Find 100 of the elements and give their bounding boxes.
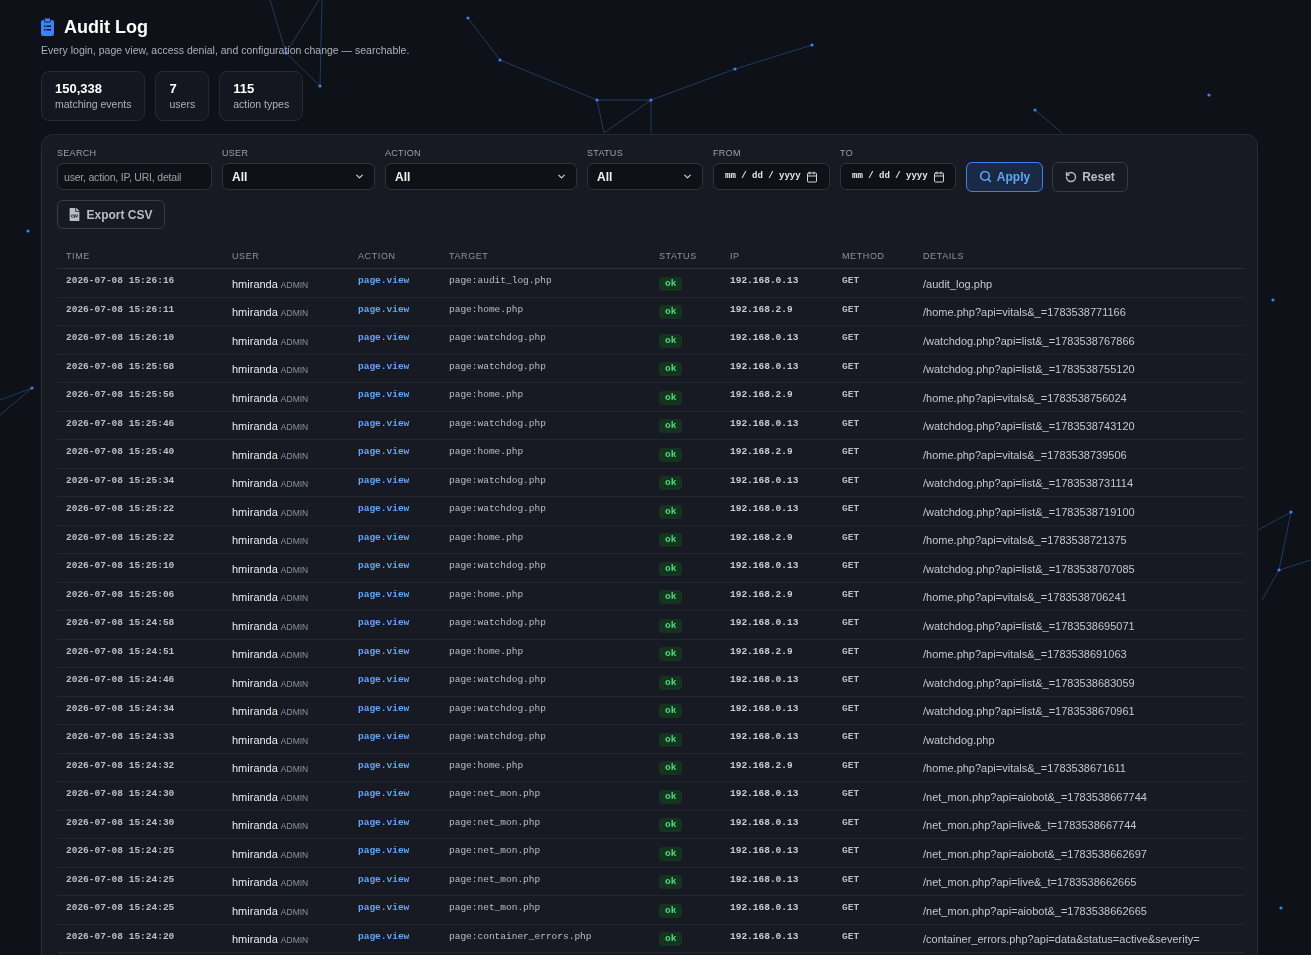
method-cell: GET (842, 901, 860, 916)
status-badge: ok (659, 732, 683, 747)
method-cell: GET (842, 331, 860, 346)
role-label: ADMIN (280, 820, 309, 833)
role-label: ADMIN (280, 506, 309, 520)
dropdown[interactable]: All (222, 163, 375, 190)
search-icon (978, 170, 992, 183)
dropdown[interactable]: All (587, 163, 703, 190)
method-cell: GET (842, 758, 860, 773)
target-cell: page:net_mon.php (449, 787, 541, 802)
user-name: hmiranda (232, 704, 278, 719)
page-subtitle: Every login, page view, access denial, and configuration change — searchable. (41, 43, 410, 57)
target-cell: page:watchdog.php (449, 331, 546, 346)
column-header: STATUS (659, 249, 697, 263)
method-cell: GET (842, 644, 860, 659)
target-cell: page:net_mon.php (449, 815, 541, 830)
apply-button[interactable]: Apply (966, 161, 1043, 192)
status-badge: ok (659, 846, 683, 861)
time-cell: 2026-07-08 15:24:25 (66, 844, 175, 859)
time-cell: 2026-07-08 15:24:25 (66, 901, 175, 916)
details-cell-text: /watchdog.php?api=list&_=1783538767866 (923, 333, 1135, 349)
ip-cell: 192.168.2.9 (730, 388, 793, 403)
method-cell: GET (842, 587, 860, 602)
action-cell: page.view (358, 587, 410, 602)
action-cell: page.view (358, 701, 410, 716)
stat-value: 7 (169, 81, 178, 97)
target-cell: page:watchdog.php (449, 559, 546, 574)
details-cell-text: /net_mon.php?api=live&_t=1783538667744 (923, 818, 1137, 833)
reset-button[interactable]: Reset (1052, 161, 1128, 192)
role-label: ADMIN (280, 848, 309, 862)
ip-cell: 192.168.2.9 (730, 758, 793, 773)
details-cell-text: /watchdog.php?api=list&_=1783538755120 (923, 362, 1135, 377)
target-cell: page:watchdog.php (449, 616, 546, 631)
details-cell-text: /watchdog.php?api=list&_=1783538743120 (923, 419, 1135, 434)
user-name: hmiranda (232, 276, 278, 292)
date-field[interactable]: mm / dd / yyyy (840, 163, 956, 190)
column-header: TIME (66, 249, 90, 263)
time-cell: 2026-07-08 15:25:22 (66, 502, 175, 517)
ip-cell: 192.168.0.13 (730, 901, 799, 916)
ip-cell: 192.168.0.13 (730, 701, 799, 716)
column-header: IP (730, 249, 740, 263)
status-badge: ok (659, 419, 683, 434)
column-header: ACTION (358, 249, 396, 263)
target-cell: page:home.php (449, 388, 524, 403)
role-label: ADMIN (280, 563, 309, 577)
details-cell-text: /home.php?api=vitals&_=1783538771166 (923, 305, 1126, 320)
role-label: ADMIN (280, 791, 309, 805)
time-cell: 2026-07-08 15:25:34 (66, 473, 175, 488)
clipboard-list-icon (41, 18, 54, 36)
method-cell: GET (842, 388, 860, 403)
user-name: hmiranda (232, 932, 278, 947)
target-cell: page:watchdog.php (449, 673, 546, 688)
time-cell: 2026-07-08 15:26:10 (66, 331, 175, 346)
status-badge: ok (659, 362, 683, 377)
details-cell-text: /net_mon.php?api=aiobot&_=1783538662697 (923, 846, 1147, 862)
action-cell: page.view (358, 644, 410, 659)
status-badge: ok (659, 561, 683, 576)
filter-label: SEARCH (57, 148, 97, 158)
status-badge: ok (659, 704, 683, 719)
filter-label: ACTION (385, 148, 421, 158)
ip-cell: 192.168.2.9 (730, 445, 793, 460)
method-cell: GET (842, 929, 860, 944)
time-cell: 2026-07-08 15:25:10 (66, 559, 175, 574)
stat-value: 115 (233, 81, 256, 97)
user-name: hmiranda (232, 561, 278, 577)
details-cell-text: /watchdog.php?api=list&_=1783538731114 (923, 476, 1133, 491)
chevron-down-icon (682, 171, 693, 182)
details-cell-text: /watchdog.php?api=list&_=1783538707085 (923, 561, 1135, 577)
role-label: ADMIN (280, 535, 309, 548)
target-cell: page:watchdog.php (449, 730, 546, 745)
time-cell: 2026-07-08 15:24:30 (66, 815, 175, 830)
status-badge: ok (659, 476, 683, 491)
search-field[interactable]: user, action, IP, URI, detail (57, 163, 212, 190)
user-name: hmiranda (232, 333, 278, 349)
details-cell-text: /net_mon.php?api=aiobot&_=1783538667744 (923, 789, 1147, 805)
status-badge: ok (659, 647, 683, 662)
method-cell: GET (842, 872, 860, 887)
status-badge: ok (659, 875, 683, 890)
dropdown[interactable]: All (385, 163, 577, 190)
action-cell: page.view (358, 416, 410, 431)
status-badge: ok (659, 276, 683, 291)
method-cell: GET (842, 359, 860, 374)
ip-cell: 192.168.0.13 (730, 673, 799, 688)
role-label: ADMIN (280, 421, 309, 434)
method-cell: GET (842, 844, 860, 859)
export-csv-button[interactable]: Export CSV (57, 200, 165, 229)
action-cell: page.view (358, 559, 410, 574)
date-field[interactable]: mm / dd / yyyy (713, 163, 830, 190)
role-label: ADMIN (280, 307, 309, 320)
target-cell: page:home.php (449, 302, 524, 317)
stat-label: action types (233, 97, 290, 111)
details-cell-text: /container_errors.php?api=data&status=active&severity= (923, 932, 1200, 947)
role-label: ADMIN (280, 278, 309, 292)
details-cell-text: /home.php?api=vitals&_=1783538721375 (923, 533, 1127, 548)
ip-cell: 192.168.0.13 (730, 844, 799, 859)
action-cell: page.view (358, 302, 410, 317)
method-cell: GET (842, 730, 860, 745)
role-label: ADMIN (280, 392, 309, 406)
status-badge: ok (659, 447, 683, 462)
time-cell: 2026-07-08 15:26:16 (66, 274, 175, 289)
